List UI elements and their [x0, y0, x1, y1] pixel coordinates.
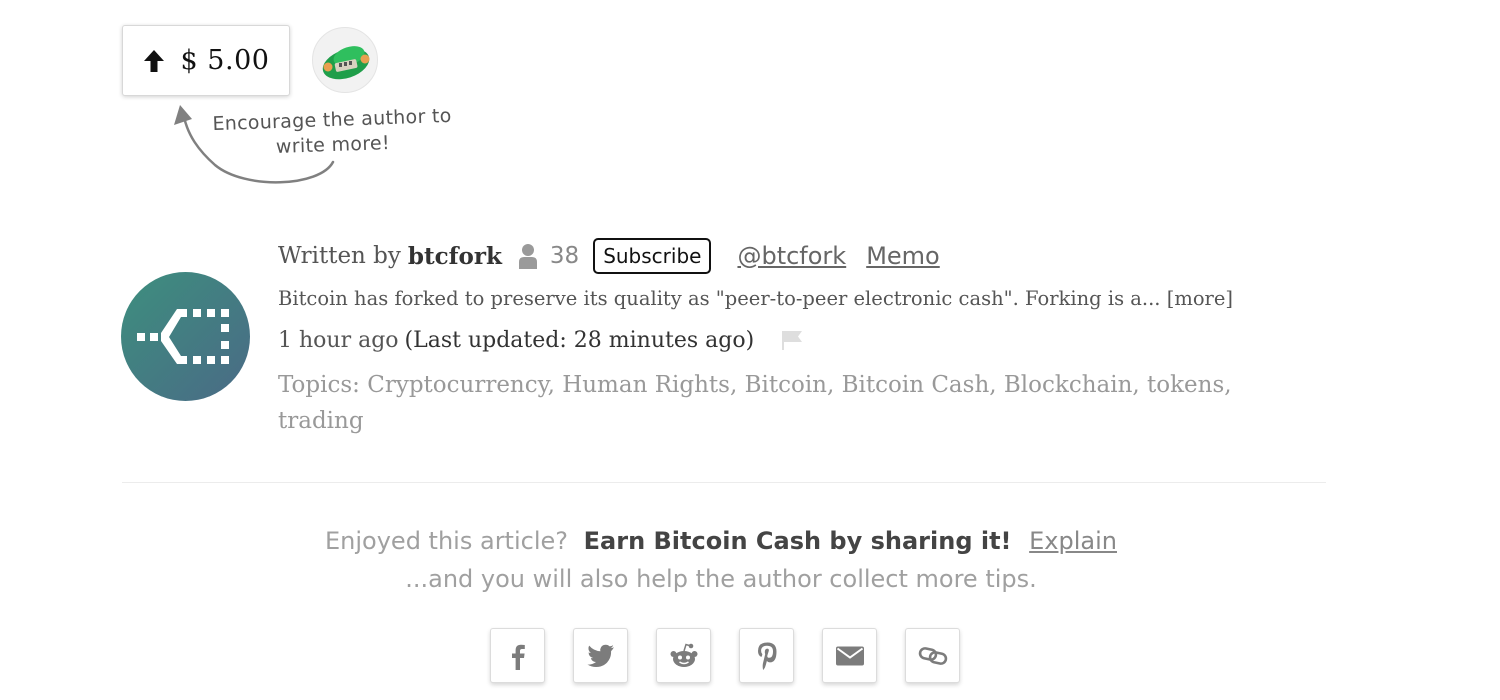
tipper-avatar[interactable] — [312, 27, 378, 93]
facebook-icon — [511, 644, 525, 670]
bio-more-link[interactable]: [more] — [1167, 287, 1233, 310]
explain-link[interactable]: Explain — [1029, 527, 1117, 555]
share-cta: Earn Bitcoin Cash by sharing it! — [583, 527, 1012, 555]
topic-link[interactable]: trading — [278, 408, 364, 434]
last-updated-time: (Last updated: 28 minutes ago) — [404, 327, 755, 353]
tip-button[interactable]: $ 5.00 — [122, 25, 290, 96]
section-divider — [122, 482, 1326, 483]
share-prompt: Enjoyed this article? Earn Bitcoin Cash … — [0, 522, 1442, 598]
topic-link[interactable]: Bitcoin Cash — [842, 372, 990, 398]
author-name-link[interactable]: btcfork — [408, 243, 502, 270]
topics-label: Topics: — [278, 372, 360, 398]
topic-link[interactable]: Bitcoin — [745, 372, 827, 398]
subscribe-button[interactable]: Subscribe — [593, 238, 712, 274]
share-question: Enjoyed this article? — [325, 527, 568, 555]
fork-logo-icon — [121, 272, 250, 401]
memo-link[interactable]: Memo — [866, 242, 940, 270]
share-prompt-line: Enjoyed this article? Earn Bitcoin Cash … — [0, 522, 1442, 560]
tip-amount: $ 5.00 — [180, 45, 270, 76]
author-info: Written by btcfork 38 Subscribe @btcfork… — [278, 236, 1288, 439]
share-reddit-button[interactable] — [656, 628, 711, 683]
twitter-handle-link[interactable]: @btcfork — [737, 242, 846, 270]
tipper-avatar-icon — [322, 46, 370, 80]
share-subline: ...and you will also help the author col… — [405, 565, 1037, 593]
topic-link[interactable]: Cryptocurrency — [367, 372, 547, 398]
topic-link[interactable]: Human Rights — [562, 372, 730, 398]
twitter-icon — [586, 644, 614, 667]
topic-link[interactable]: Blockchain — [1004, 372, 1133, 398]
share-facebook-button[interactable] — [490, 628, 545, 683]
link-icon — [918, 646, 947, 665]
published-time: 1 hour ago — [278, 327, 399, 353]
written-by-line: Written by btcfork 38 Subscribe @btcfork… — [278, 236, 1288, 276]
share-email-button[interactable] — [822, 628, 877, 683]
author-avatar[interactable] — [121, 272, 250, 401]
author-bio-text: Bitcoin has forked to preserve its quali… — [278, 287, 1161, 310]
flag-icon[interactable] — [780, 329, 804, 351]
share-pinterest-button[interactable] — [739, 628, 794, 683]
share-link-button[interactable] — [905, 628, 960, 683]
person-icon — [518, 244, 537, 269]
author-bio: Bitcoin has forked to preserve its quali… — [278, 286, 1288, 312]
written-by-label: Written by — [278, 243, 401, 269]
email-icon — [835, 646, 864, 665]
share-buttons — [490, 628, 960, 683]
share-twitter-button[interactable] — [573, 628, 628, 683]
timestamp-line: 1 hour ago (Last updated: 28 minutes ago… — [278, 324, 1288, 356]
reddit-icon — [670, 643, 697, 667]
topic-link[interactable]: tokens — [1147, 372, 1224, 398]
subscriber-count: 38 — [549, 243, 580, 269]
arrow-up-icon — [143, 49, 164, 72]
encourage-text: Encourage the author to write more! — [212, 104, 452, 158]
topics-line: Topics: Cryptocurrency, Human Rights, Bi… — [278, 372, 1232, 434]
pinterest-icon — [757, 642, 776, 670]
